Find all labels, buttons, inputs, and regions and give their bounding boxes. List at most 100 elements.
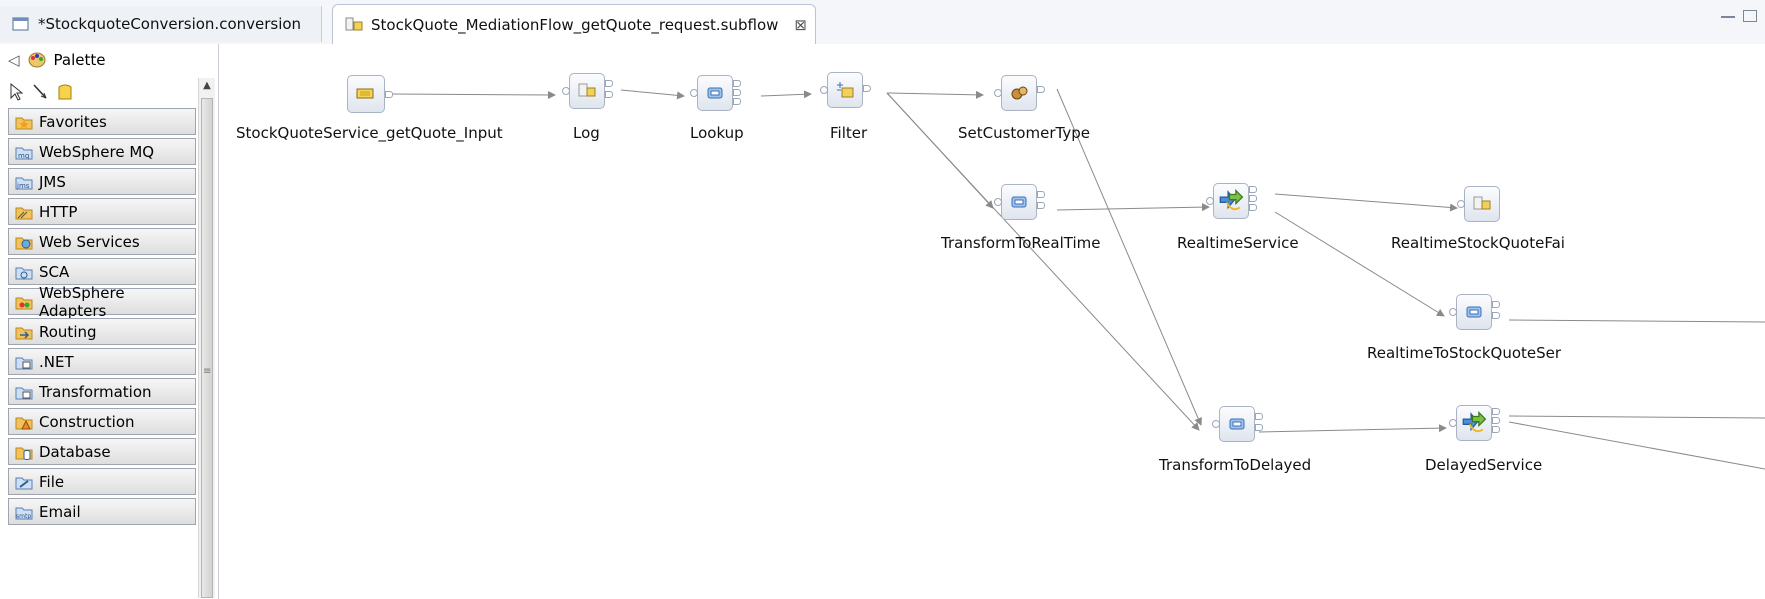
adapters-folder-icon (15, 294, 33, 310)
connection-tool-icon[interactable] (32, 83, 50, 99)
construction-folder-icon (15, 414, 33, 430)
palette-drawer-routing[interactable]: Routing (8, 318, 196, 345)
node-realtime-stockquote-fail[interactable] (1457, 186, 1500, 222)
output-terminal[interactable] (605, 80, 613, 87)
output-terminal[interactable] (1492, 301, 1500, 308)
wire[interactable] (1056, 203, 1210, 212)
drawer-label: SCA (39, 262, 70, 281)
close-icon[interactable]: ⊠ (794, 16, 807, 34)
output-terminal[interactable] (733, 80, 741, 87)
timeout-terminal[interactable] (1492, 426, 1500, 433)
node-label: SetCustomerType (958, 124, 1090, 142)
palette-tools (8, 78, 198, 104)
node-label: DelayedService (1425, 456, 1543, 474)
palette-drawer-websphere-mq[interactable]: mq WebSphere MQ (8, 138, 196, 165)
note-tool-icon[interactable] (56, 83, 74, 100)
node-label: RealtimeStockQuoteFai (1391, 234, 1565, 252)
fail-terminal[interactable] (1492, 417, 1500, 424)
wire[interactable] (1274, 193, 1458, 212)
wire[interactable] (1508, 319, 1765, 323)
node-input[interactable] (347, 75, 393, 113)
node-label: TransformToDelayed (1159, 456, 1312, 474)
input-terminal[interactable] (1449, 419, 1457, 427)
input-terminal[interactable] (994, 198, 1002, 206)
wire[interactable] (1508, 421, 1765, 470)
node-filter[interactable] (820, 72, 871, 108)
node-label: Lookup (690, 124, 744, 142)
editor-file-icon (12, 16, 30, 32)
minimize-icon[interactable] (1721, 12, 1735, 18)
favorites-folder-icon (15, 114, 33, 130)
node-log[interactable] (562, 73, 613, 109)
node-label: RealtimeService (1177, 234, 1299, 252)
palette-drawer-file[interactable]: File (8, 468, 196, 495)
fail-terminal[interactable] (1249, 195, 1257, 202)
wire[interactable] (886, 90, 984, 99)
node-transform-to-delayed[interactable] (1212, 406, 1263, 442)
select-arrow-icon[interactable] (8, 82, 26, 101)
palette-drawer-transformation[interactable]: Transformation (8, 378, 196, 405)
input-terminal[interactable] (562, 87, 570, 95)
output-terminal[interactable] (1249, 186, 1257, 193)
palette-panel: ◁ Palette Favorites mq WebSphere MQ jms … (0, 44, 219, 599)
palette-drawer-jms[interactable]: jms JMS (8, 168, 196, 195)
tab-subflow[interactable]: StockQuote_MediationFlow_getQuote_reques… (332, 4, 816, 44)
wire[interactable] (1258, 424, 1447, 433)
drawer-label: WebSphere MQ (39, 142, 155, 161)
node-set-customer-type[interactable] (994, 75, 1045, 111)
input-terminal[interactable] (1449, 308, 1457, 316)
input-terminal[interactable] (690, 89, 698, 97)
timeout-terminal[interactable] (1249, 204, 1257, 211)
input-terminal[interactable] (1212, 420, 1220, 428)
transformation-folder-icon (15, 384, 33, 400)
input-terminal[interactable] (820, 86, 828, 94)
wire[interactable] (1274, 211, 1445, 317)
scroll-up-icon[interactable]: ▲ (199, 80, 215, 96)
palette-drawer-web-services[interactable]: Web Services (8, 228, 196, 255)
palette-drawer-websphere-adapters[interactable]: WebSphere Adapters (8, 284, 196, 320)
palette-drawer-sca[interactable]: SCA (8, 258, 196, 285)
palette-drawer-http[interactable]: HTTP (8, 198, 196, 225)
wire[interactable] (886, 92, 1200, 431)
input-terminal[interactable] (994, 89, 1002, 97)
input-terminal[interactable] (1457, 200, 1465, 208)
scroll-thumb[interactable]: ≡ (201, 98, 213, 598)
output-terminal[interactable] (1037, 86, 1045, 93)
drawer-label: Construction (39, 412, 135, 431)
palette-header: ◁ Palette (0, 44, 218, 76)
node-realtime-to-stockquote[interactable] (1449, 294, 1500, 330)
palette-drawer-dotnet[interactable]: .NET (8, 348, 196, 375)
web-services-folder-icon (15, 234, 33, 250)
fail-terminal[interactable] (1255, 424, 1263, 431)
output-terminal[interactable] (1037, 191, 1045, 198)
input-terminal[interactable] (1206, 197, 1214, 205)
collapse-palette-icon[interactable]: ◁ (8, 51, 20, 69)
fail-terminal[interactable] (1037, 202, 1045, 209)
fail-terminal[interactable] (733, 89, 741, 96)
node-transform-to-realtime[interactable] (994, 184, 1045, 220)
output-terminal[interactable] (863, 85, 871, 92)
wire[interactable] (620, 89, 685, 100)
wire[interactable] (1508, 415, 1765, 419)
maximize-icon[interactable] (1743, 10, 1757, 22)
output-terminal[interactable] (1255, 413, 1263, 420)
fail-terminal[interactable] (605, 91, 613, 98)
node-delayed-service[interactable] (1449, 405, 1500, 441)
node-lookup[interactable] (690, 75, 741, 111)
palette-scrollbar[interactable]: ▲ ≡ (198, 78, 215, 598)
node-realtime-service[interactable] (1206, 183, 1257, 219)
palette-drawer-construction[interactable]: Construction (8, 408, 196, 435)
fail-terminal[interactable] (1492, 312, 1500, 319)
output-terminal[interactable] (1492, 408, 1500, 415)
output-terminal[interactable] (385, 91, 393, 98)
palette-drawer-email[interactable]: smtp Email (8, 498, 196, 525)
keynotfound-terminal[interactable] (733, 98, 741, 105)
palette-drawer-favorites[interactable]: Favorites (8, 108, 196, 135)
flow-canvas[interactable]: StockQuoteService_getQuote_Input Log Loo… (219, 44, 1765, 599)
service-invoke-icon (1462, 411, 1487, 433)
palette-drawer-database[interactable]: Database (8, 438, 196, 465)
wire[interactable] (760, 90, 812, 99)
tab-stockquote-conversion[interactable]: *StockquoteConversion.conversion (0, 6, 322, 42)
wire[interactable] (390, 90, 556, 99)
node-label: RealtimeToStockQuoteSer (1367, 344, 1562, 362)
